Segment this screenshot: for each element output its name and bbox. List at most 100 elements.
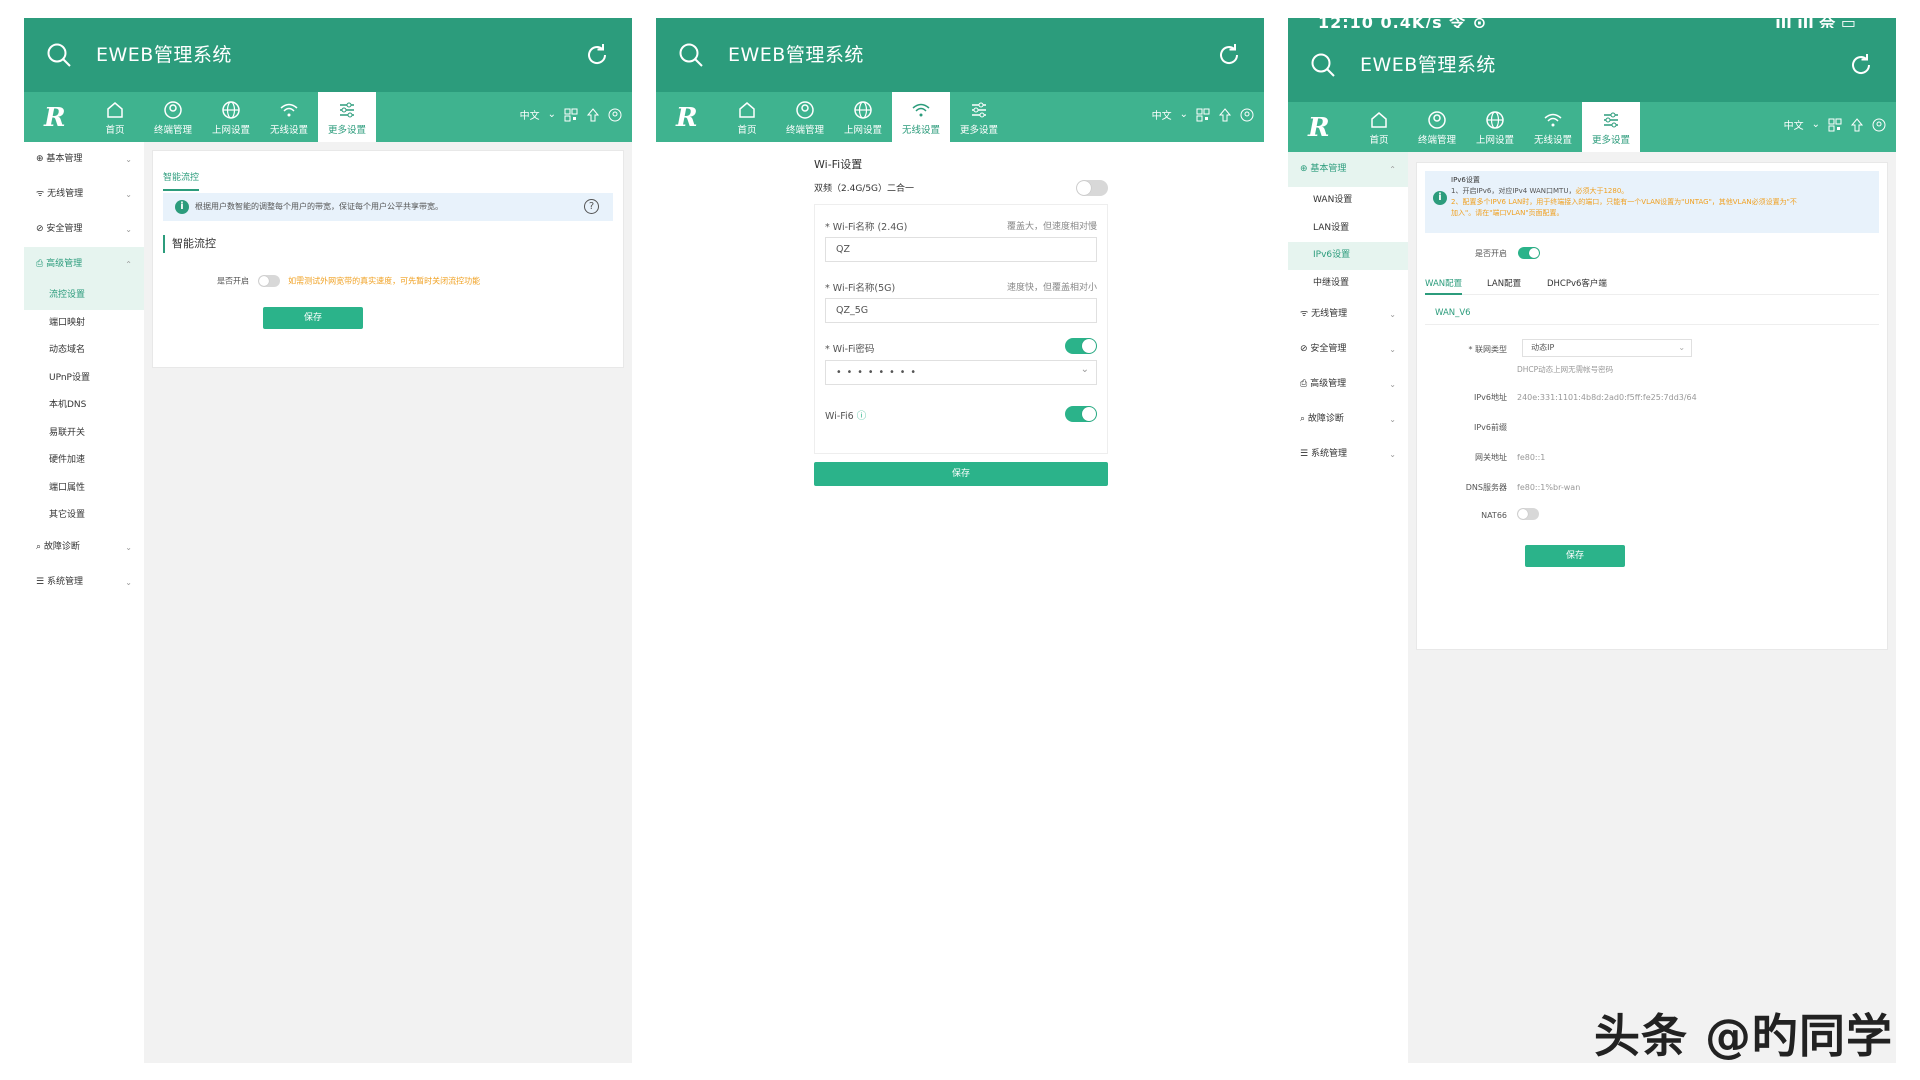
sidebar-group[interactable]: ⊘ 安全管理 ⌄ [1288,332,1408,367]
chevron-down-icon: ⌄ [125,542,132,552]
sidebar-item[interactable]: 易联开关 [24,420,144,448]
nav-terminal-label: 终端管理 [1417,135,1456,146]
enable-toggle[interactable] [257,275,280,287]
nav-home[interactable]: 首页 [1350,102,1408,152]
nav-more-label: 更多设置 [327,125,366,136]
sidebar-item[interactable]: 端口属性 [24,475,144,503]
nav-more[interactable]: 更多设置 [318,92,376,142]
nav-wireless[interactable]: 无线设置 [260,92,318,142]
sidebar-item[interactable]: UPnP设置 [24,365,144,393]
conn-type-hint: DHCP动态上网无需帐号密码 [1517,365,1614,374]
ssid5-input[interactable]: QZ_5G [825,298,1097,323]
sidebar-group-active[interactable]: ⊕ 基本管理 ⌃ [1288,152,1408,187]
sidebar-group[interactable]: ⌕ 故障诊断 ⌄ [24,530,144,565]
tab-flow-control[interactable]: 智能流控 [163,165,200,191]
sliders-icon [972,102,986,118]
password-input[interactable]: • • • • • • • • [825,360,1097,385]
qr-icon[interactable] [1828,118,1842,132]
sidebar-group[interactable]: ⌕ 故障诊断 ⌄ [1288,402,1408,437]
refresh-icon[interactable] [1216,42,1242,68]
info-line-1: 1、开启IPv6，对应IPv4 WAN口MTU，必须大于1280。 [1451,186,1879,197]
sidebar-group[interactable]: ᯤ 无线管理 ⌄ [24,177,144,212]
nav-wireless[interactable]: 无线设置 [892,92,950,142]
sidebar-group-active[interactable]: ⎙ 高级管理 ⌃ [24,247,144,282]
save-button[interactable]: 保存 [263,307,363,329]
sidebar-item[interactable]: 本机DNS [24,392,144,420]
wan-name: WAN_V6 [1425,301,1879,325]
dns-label: DNS服务器 [1465,483,1507,492]
info-line-1-warning: 必须大于1280。 [1575,187,1629,195]
sidebar-item[interactable]: 硬件加速 [24,447,144,475]
ssid24-hint: 覆盖大，但速度相对慢 [1006,222,1097,232]
sidebar-item[interactable]: 动态域名 [24,337,144,365]
enable-toggle[interactable] [1517,247,1540,259]
nav-internet[interactable]: 上网设置 [202,92,260,142]
tab-lan[interactable]: LAN配置 [1487,277,1521,289]
upgrade-icon[interactable] [586,107,600,122]
nav-internet[interactable]: 上网设置 [834,92,892,142]
sidebar-item-flow-control[interactable]: 流控设置 [24,282,144,310]
lang-select[interactable]: 中文 [520,107,540,122]
save-button[interactable]: 保存 [1525,545,1625,567]
conn-type-select[interactable]: 动态IP ⌄ [1522,338,1693,357]
nav-more-label: 更多设置 [959,125,998,136]
nav-more[interactable]: 更多设置 [950,92,1008,142]
info-title: IPv6设置 [1451,176,1480,184]
wifi6-toggle[interactable] [1065,406,1097,422]
upgrade-icon[interactable] [1850,117,1864,132]
sidebar-group[interactable]: ⊕ 基本管理 ⌄ [24,142,144,177]
search-icon[interactable] [1310,52,1336,78]
ssid24-label: * Wi-Fi名称 (2.4G) [825,222,908,233]
sidebar-item-ipv6[interactable]: IPv6设置 [1288,242,1408,270]
chevron-down-icon: ⌄ [1678,342,1686,352]
nav-home[interactable]: 首页 [86,92,144,142]
password-toggle[interactable] [1065,338,1097,354]
tab-dhcpv6[interactable]: DHCPv6客户端 [1547,277,1607,289]
sidebar-item[interactable]: 中继设置 [1288,270,1408,298]
dual-band-toggle[interactable] [1076,180,1108,196]
section-title: 智能流控 [163,235,216,253]
sidebar-group[interactable]: ☰ 系统管理 ⌄ [1288,437,1408,472]
sidebar-item[interactable]: 端口映射 [24,310,144,338]
sidebar-item[interactable]: WAN设置 [1288,187,1408,215]
nav-terminal[interactable]: 终端管理 [1408,102,1466,152]
upgrade-icon[interactable] [1218,107,1232,122]
ssid24-input[interactable]: QZ [825,237,1097,262]
sidebar-group[interactable]: ⎙ 高级管理 ⌄ [1288,367,1408,402]
lang-select[interactable]: 中文 [1152,107,1172,122]
nav-internet-label: 上网设置 [843,125,882,136]
help-icon[interactable]: ⓘ [857,411,867,422]
tab-wan[interactable]: WAN配置 [1425,277,1463,295]
qr-icon[interactable] [564,108,578,122]
save-button[interactable]: 保存 [814,462,1108,486]
search-icon[interactable] [46,42,72,68]
account-icon[interactable] [1872,118,1886,132]
nat66-toggle[interactable] [1517,507,1539,520]
eye-icon[interactable]: ⌄ [1081,364,1089,375]
account-icon[interactable] [1240,108,1254,122]
wifi-icon: ᯤ [36,189,48,199]
password-label: * Wi-Fi密码 [825,344,875,355]
refresh-icon[interactable] [1848,52,1874,78]
ipv6-prefix-row: IPv6前缀 [1427,415,1517,434]
lang-select[interactable]: 中文 [1784,117,1804,132]
refresh-icon[interactable] [584,42,610,68]
nav-home[interactable]: 首页 [718,92,776,142]
sidebar-group[interactable]: ᯤ 无线管理 ⌄ [1288,297,1408,332]
sidebar-item[interactable]: 其它设置 [24,502,144,530]
account-icon[interactable] [608,108,622,122]
help-icon[interactable]: ? [584,199,599,214]
qr-icon[interactable] [1196,108,1210,122]
sidebar-group[interactable]: ⊘ 安全管理 ⌄ [24,212,144,247]
nav-terminal[interactable]: 终端管理 [776,92,834,142]
chevron-down-icon: ⌄ [125,190,132,199]
user-circle-icon [164,101,182,119]
search-icon[interactable] [678,42,704,68]
nav-wireless[interactable]: 无线设置 [1524,102,1582,152]
sidebar-group[interactable]: ☰ 系统管理 ⌄ [24,565,144,600]
nav-internet[interactable]: 上网设置 [1466,102,1524,152]
ipv6-prefix-label: IPv6前缀 [1473,423,1507,432]
nav-more[interactable]: 更多设置 [1582,102,1640,152]
nav-terminal[interactable]: 终端管理 [144,92,202,142]
sidebar-item[interactable]: LAN设置 [1288,215,1408,243]
